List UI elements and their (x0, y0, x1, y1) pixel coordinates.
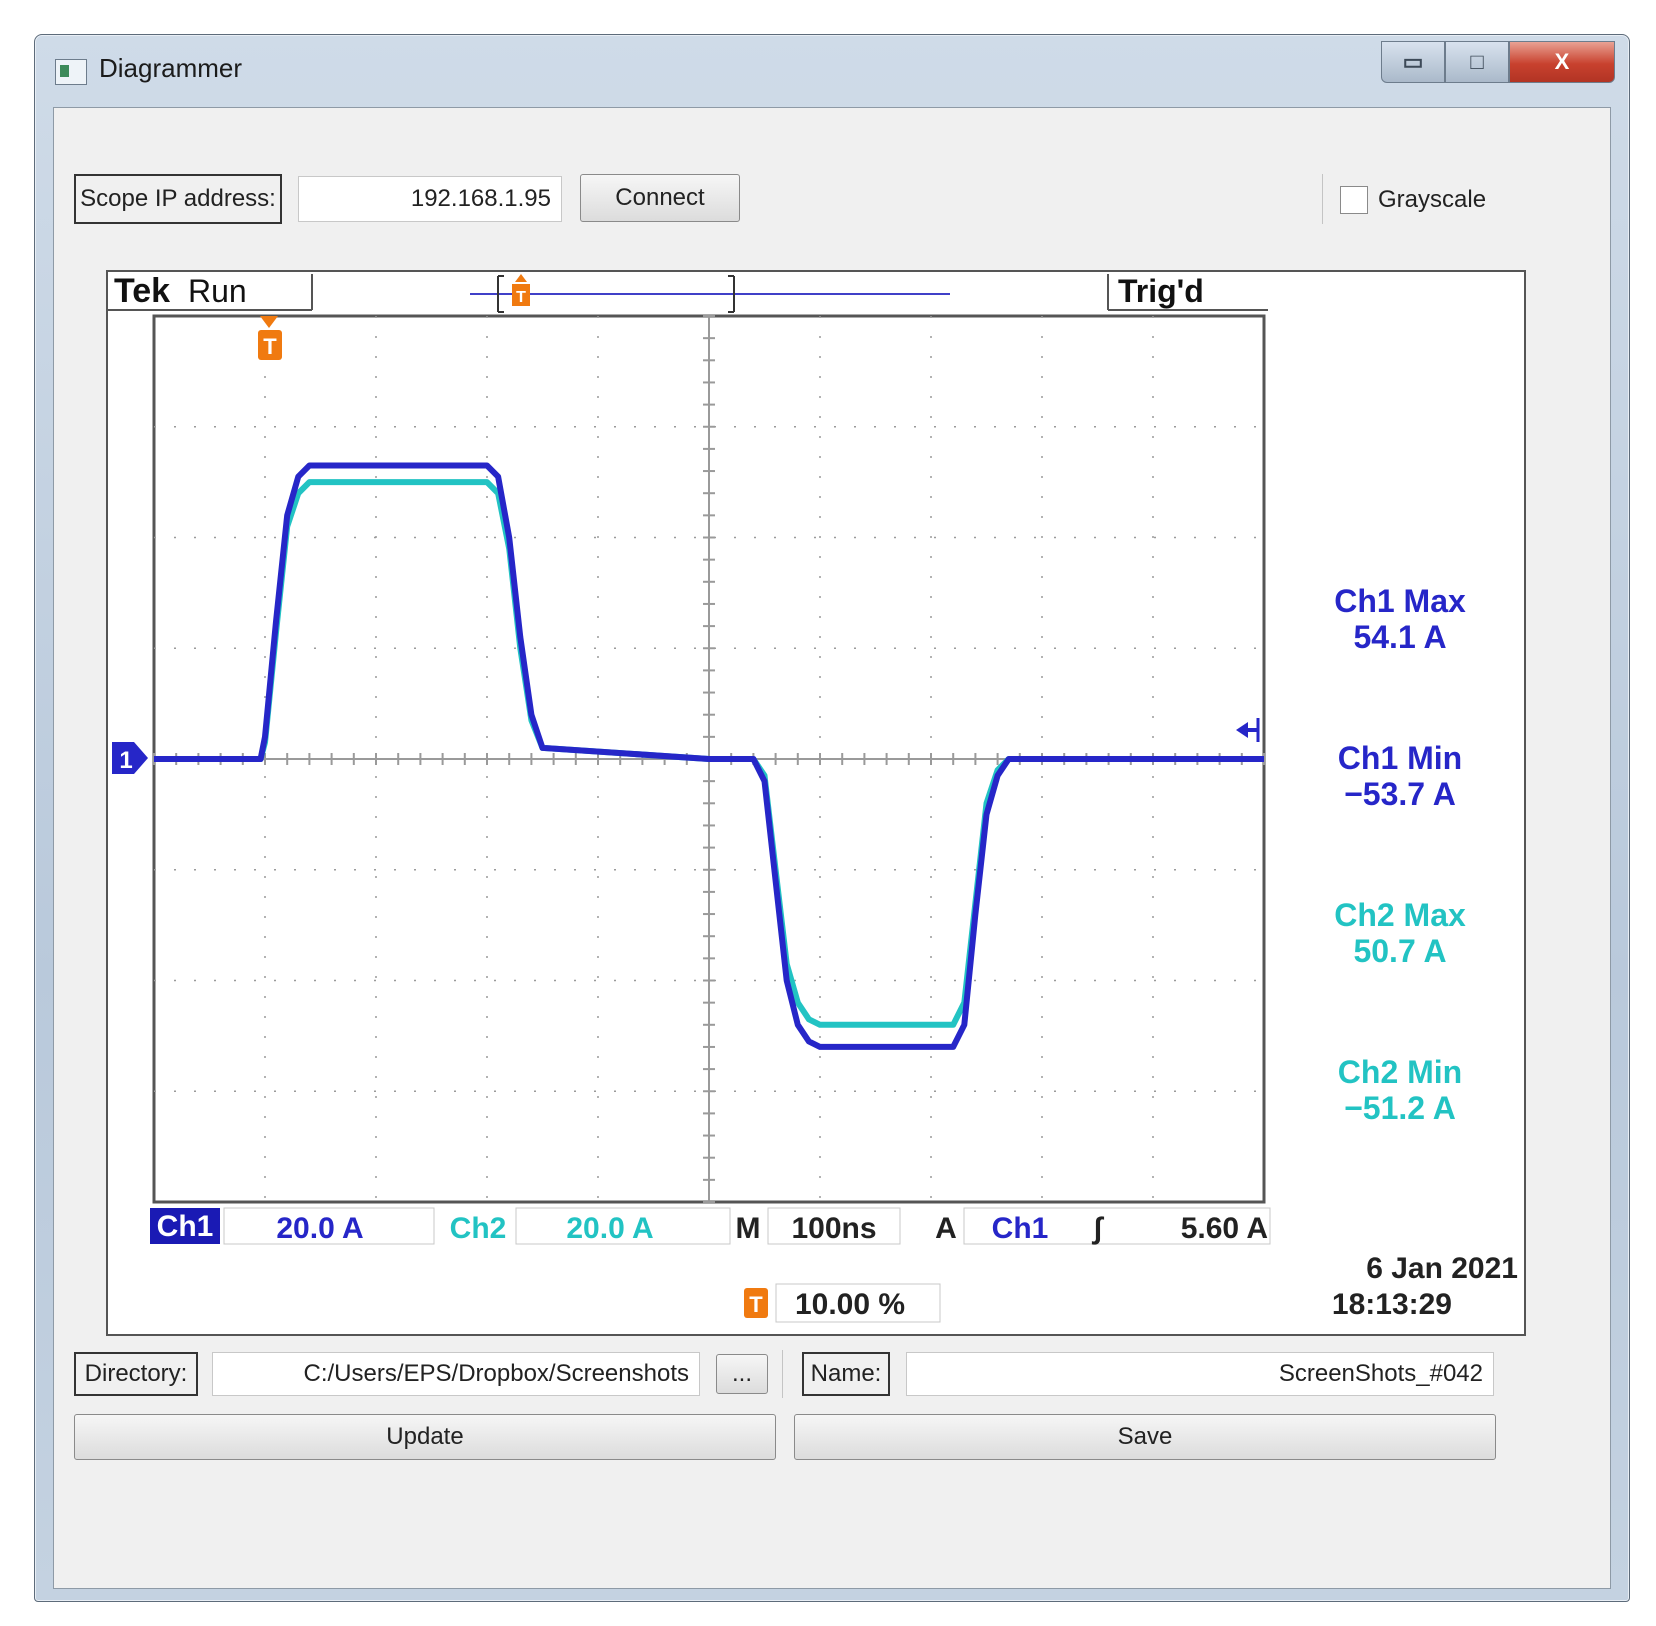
trigger-level-arrow-icon (1236, 718, 1260, 742)
timebase-label: 100ns (791, 1212, 876, 1245)
ch2-status-label: Ch2 (450, 1212, 507, 1245)
trigger-level-label: 5.60 A (1181, 1212, 1268, 1245)
ch1-status-label: Ch1 (157, 1210, 214, 1243)
app-icon (55, 59, 87, 85)
scope-date: 6 Jan 2021 (1366, 1252, 1518, 1285)
measurement-value: −51.2 A (1344, 1090, 1456, 1126)
trigger-prefix-label: A (935, 1212, 957, 1245)
measurement-value: −53.7 A (1344, 776, 1456, 812)
connect-button[interactable]: Connect (580, 174, 740, 222)
record-trigger-marker-icon: T (512, 274, 530, 306)
maximize-icon: □ (1470, 49, 1484, 74)
trigger-position-percent-icon: T (744, 1288, 768, 1318)
ip-address-input[interactable]: 192.168.1.95 (298, 176, 562, 222)
grayscale-checkbox[interactable] (1340, 186, 1368, 214)
ch1-scale-label: 20.0 A (276, 1212, 363, 1245)
scope-screen: Tek Run Trig'd T T 1 Ch1 20.0 A Ch2 20.0… (108, 272, 1518, 1323)
window-controls: ▭ □ X (1381, 41, 1615, 83)
trigger-position-label: T (263, 334, 277, 359)
measurement-value: 54.1 A (1353, 619, 1446, 655)
maximize-button[interactable]: □ (1445, 41, 1509, 83)
trigger-state-label: Trig'd (1118, 273, 1204, 309)
trigger-position-percent-marker: T (749, 1292, 763, 1317)
close-icon: X (1554, 49, 1570, 74)
diagrammer-window: Diagrammer ▭ □ X Scope IP address: 192.1… (34, 34, 1630, 1602)
grayscale-label: Grayscale (1378, 186, 1487, 213)
trigger-slope-icon: ∫ (1092, 1212, 1105, 1245)
ch1-ground-marker-icon: 1 (112, 742, 148, 774)
trigger-position-icon: T (258, 316, 282, 360)
brand-label: Tek (114, 272, 170, 310)
run-state-label: Run (188, 273, 247, 309)
toolbar-divider (1322, 174, 1323, 224)
timebase-prefix-label: M (736, 1212, 761, 1245)
close-button[interactable]: X (1509, 41, 1615, 83)
measurement-title: Ch1 Min (1338, 740, 1462, 776)
measurement-title: Ch1 Max (1334, 583, 1466, 619)
scope-display: Tek Run Trig'd T T 1 Ch1 20.0 A Ch2 20.0… (106, 270, 1526, 1336)
save-button[interactable]: Save (794, 1414, 1496, 1460)
minimize-button[interactable]: ▭ (1381, 41, 1445, 83)
record-trigger-marker-label: T (516, 289, 526, 306)
ch1-ground-marker-label: 1 (119, 747, 132, 774)
ip-address-label: Scope IP address: (74, 174, 282, 224)
browse-button[interactable]: ... (716, 1354, 768, 1394)
client-area: Scope IP address: 192.168.1.95 Connect G… (53, 107, 1611, 1589)
trigger-position-value: 10.00 % (795, 1288, 905, 1321)
measurement-panel: Ch1 Max54.1 A Ch1 Min−53.7 A Ch2 Max50.7 A… (1334, 583, 1466, 1126)
name-label: Name: (802, 1352, 890, 1396)
measurement-title: Ch2 Min (1338, 1054, 1462, 1090)
update-button[interactable]: Update (74, 1414, 776, 1460)
ch2-scale-label: 20.0 A (566, 1212, 653, 1245)
scope-time: 18:13:29 (1332, 1288, 1452, 1321)
name-input[interactable]: ScreenShots_#042 (906, 1352, 1494, 1396)
directory-label: Directory: (74, 1352, 198, 1396)
window-title: Diagrammer (99, 53, 243, 83)
title-bar[interactable]: Diagrammer ▭ □ X (35, 35, 1629, 107)
measurement-title: Ch2 Max (1334, 897, 1466, 933)
measurement-value: 50.7 A (1353, 933, 1446, 969)
directory-input[interactable]: C:/Users/EPS/Dropbox/Screenshots (212, 1352, 700, 1396)
footer-divider (782, 1350, 783, 1398)
trigger-source-label: Ch1 (992, 1212, 1049, 1245)
minimize-icon: ▭ (1402, 49, 1424, 74)
